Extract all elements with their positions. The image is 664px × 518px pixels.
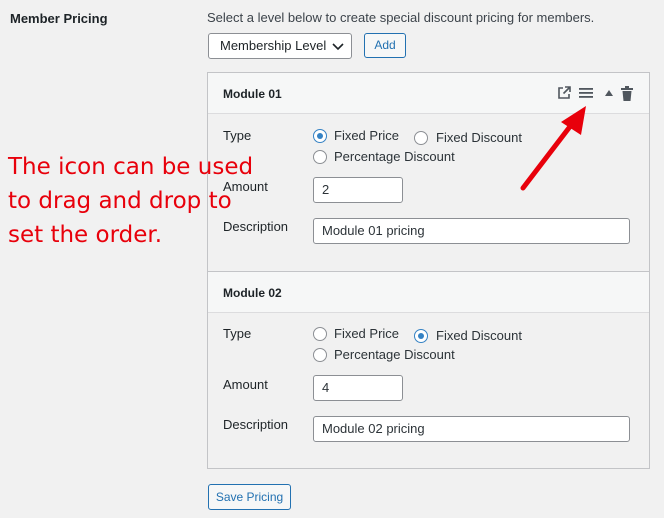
module-title: Module 01 [223,87,282,101]
description-input[interactable]: Module 02 pricing [313,416,630,442]
annotation-line: set the order. [8,222,163,248]
module-title: Module 02 [223,286,282,300]
add-button[interactable]: Add [364,33,406,58]
chevron-down-icon [332,43,344,51]
annotation-line: to drag and drop to [8,188,232,214]
drag-handle-icon[interactable] [579,87,594,99]
amount-input[interactable]: 2 [313,177,403,203]
field-label: Member Pricing [10,11,108,26]
trash-icon[interactable] [621,86,633,101]
radio-fixed-price[interactable] [313,129,327,143]
radio-percentage-discount[interactable] [313,348,327,362]
radio-percentage-discount-label: Percentage Discount [334,347,455,362]
module-header: Module 02 [208,272,649,313]
module-panel: Module 02 Type Fixed Price Fixed Discoun… [208,272,649,468]
radio-fixed-discount[interactable] [414,131,428,145]
radio-fixed-discount-label: Fixed Discount [436,130,522,145]
radio-percentage-discount[interactable] [313,150,327,164]
type-label: Type [223,128,252,143]
annotation-line: The icon can be used [8,154,254,180]
radio-fixed-price[interactable] [313,327,327,341]
annotation-text: The icon can be used to drag and drop to… [8,150,258,252]
save-pricing-button[interactable]: Save Pricing [208,484,291,510]
radio-fixed-discount-label: Fixed Discount [436,328,522,343]
membership-level-value: Membership Level [220,38,327,53]
radio-fixed-price-label: Fixed Price [334,326,400,341]
radio-fixed-price-label: Fixed Price [334,128,400,143]
membership-level-select[interactable]: Membership Level [208,33,352,59]
external-link-icon[interactable] [557,86,571,100]
amount-label: Amount [223,377,268,392]
description-label: Description [223,417,289,432]
collapse-triangle-icon[interactable] [605,90,613,96]
amount-input[interactable]: 4 [313,375,403,401]
red-arrow-icon [520,106,586,191]
intro-text: Select a level below to create special d… [207,10,595,25]
description-input[interactable]: Module 01 pricing [313,218,630,244]
radio-percentage-discount-label: Percentage Discount [334,149,455,164]
radio-fixed-discount[interactable] [414,329,428,343]
type-label: Type [223,326,252,341]
